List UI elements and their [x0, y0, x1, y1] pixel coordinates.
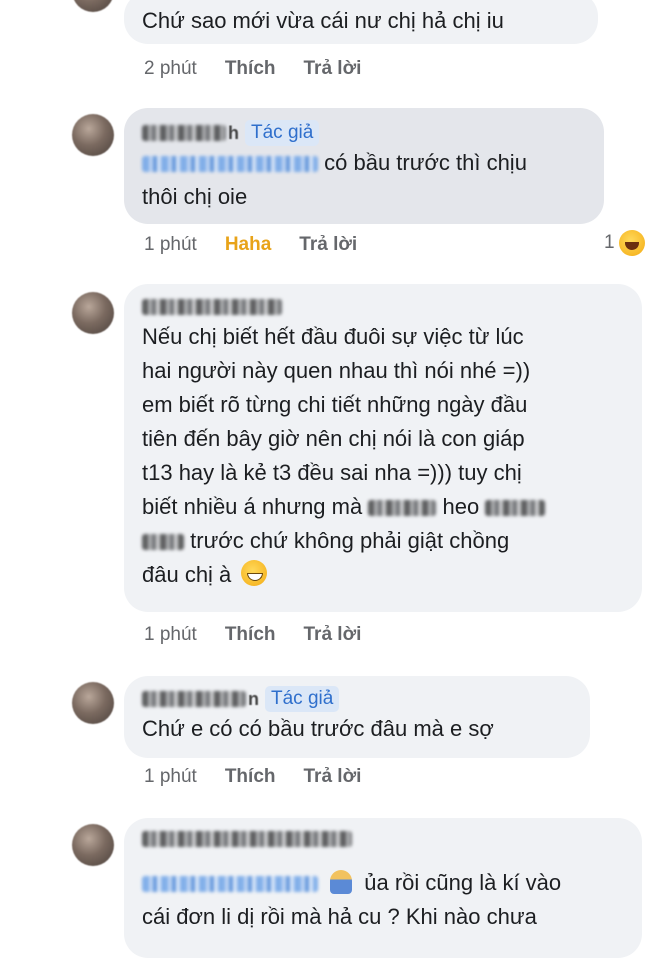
author-badge: Tác giả	[265, 686, 340, 712]
author-name[interactable]	[142, 826, 626, 852]
comment-time[interactable]: 2 phút	[144, 58, 197, 80]
comment-bubble: ủa rồi cũng là kí vào cái đơn li dị rồi …	[124, 818, 642, 958]
author-name[interactable]	[142, 294, 626, 320]
blurred-name	[142, 691, 246, 707]
comment-bubble: Nếu chị biết hết đầu đuôi sự việc từ lúc…	[124, 284, 642, 612]
comment-bubble: h Tác giả có bầu trước thì chịu thôi chị…	[124, 108, 604, 224]
comment-text-line2: cái đơn li dị rồi mà hả cu ? Khi nào chư…	[142, 904, 537, 929]
comment-text: Chứ sao mới vừa cái nư chị hả chị iu	[142, 8, 504, 33]
reaction-count: 1	[604, 232, 615, 253]
comment-line-part: heo	[442, 494, 480, 519]
author-name[interactable]: n Tác giả	[142, 686, 574, 712]
like-button[interactable]: Thích	[225, 766, 276, 788]
comment-line: đâu chị à	[142, 558, 626, 592]
like-button[interactable]: Thích	[225, 624, 276, 646]
comment-line: t13 hay là kẻ t3 đều sai nha =))) tuy ch…	[142, 460, 522, 485]
comment-line-part: biết nhiều á nhưng mà	[142, 494, 363, 519]
comment-text: Nếu chị biết hết đầu đuôi sự việc từ lúc…	[142, 320, 626, 592]
blurred-text	[142, 534, 184, 550]
comment-line: em biết rõ từng chi tiết những ngày đầu	[142, 392, 528, 417]
comment-actions: 1 phút Haha Trả lời	[144, 234, 357, 256]
comment-line-part: trước chứ không phải giật chồng	[190, 528, 510, 553]
comment-actions: 1 phút Thích Trả lời	[144, 624, 361, 646]
author-badge: Tác giả	[245, 120, 320, 146]
comment-line-part: đâu chị à	[142, 562, 232, 587]
blurred-mention[interactable]	[142, 876, 318, 892]
reply-button[interactable]: Trả lời	[304, 766, 362, 788]
blurred-mention[interactable]	[142, 156, 318, 172]
comment-text-line1: ủa rồi cũng là kí vào	[364, 870, 562, 895]
like-button[interactable]: Thích	[225, 58, 276, 80]
reply-button[interactable]: Trả lời	[299, 234, 357, 256]
comment-line: Nếu chị biết hết đầu đuôi sự việc từ lúc	[142, 324, 524, 349]
reply-button[interactable]: Trả lời	[304, 58, 362, 80]
author-name-tail: h	[228, 122, 239, 143]
avatar[interactable]	[72, 824, 114, 866]
comment-bubble: Chứ sao mới vừa cái nư chị hả chị iu	[124, 0, 598, 44]
grin-emoji-icon	[241, 560, 268, 586]
avatar[interactable]	[72, 114, 114, 156]
blurred-name	[142, 125, 226, 141]
comment-text: ủa rồi cũng là kí vào cái đơn li dị rồi …	[142, 866, 626, 934]
reply-button[interactable]: Trả lời	[304, 624, 362, 646]
comment-line: tiên đến bây giờ nên chị nói là con giáp	[142, 426, 525, 451]
author-name-tail: n	[248, 688, 259, 709]
blurred-text	[485, 500, 546, 516]
avatar[interactable]	[72, 0, 114, 12]
blurred-text	[368, 500, 437, 516]
avatar[interactable]	[72, 682, 114, 724]
comment-line: biết nhiều á nhưng mà heo	[142, 490, 626, 524]
comment-time[interactable]: 1 phút	[144, 234, 197, 256]
comment-time[interactable]: 1 phút	[144, 766, 197, 788]
comment-actions: 2 phút Thích Trả lời	[144, 58, 361, 80]
comment-text-line1: có bầu trước thì chịu	[324, 150, 527, 175]
comment-text: Chứ e có có bầu trước đâu mà e sợ	[142, 716, 494, 741]
person-emoji-icon	[330, 870, 353, 894]
blurred-name	[142, 831, 352, 847]
comment-text: có bầu trước thì chịu thôi chị oie	[142, 146, 588, 214]
comment-line: trước chứ không phải giật chồng	[142, 524, 626, 558]
blurred-name	[142, 299, 282, 315]
author-name[interactable]: h Tác giả	[142, 120, 588, 146]
comment-text-line2: thôi chị oie	[142, 184, 248, 209]
haha-emoji-icon	[618, 230, 645, 256]
haha-button[interactable]: Haha	[225, 234, 271, 256]
reaction-summary[interactable]: 1	[604, 230, 645, 256]
comment-line: hai người này quen nhau thì nói nhé =))	[142, 358, 531, 383]
avatar[interactable]	[72, 292, 114, 334]
comment-bubble: n Tác giả Chứ e có có bầu trước đâu mà e…	[124, 676, 590, 758]
comment-time[interactable]: 1 phút	[144, 624, 197, 646]
comment-actions: 1 phút Thích Trả lời	[144, 766, 361, 788]
